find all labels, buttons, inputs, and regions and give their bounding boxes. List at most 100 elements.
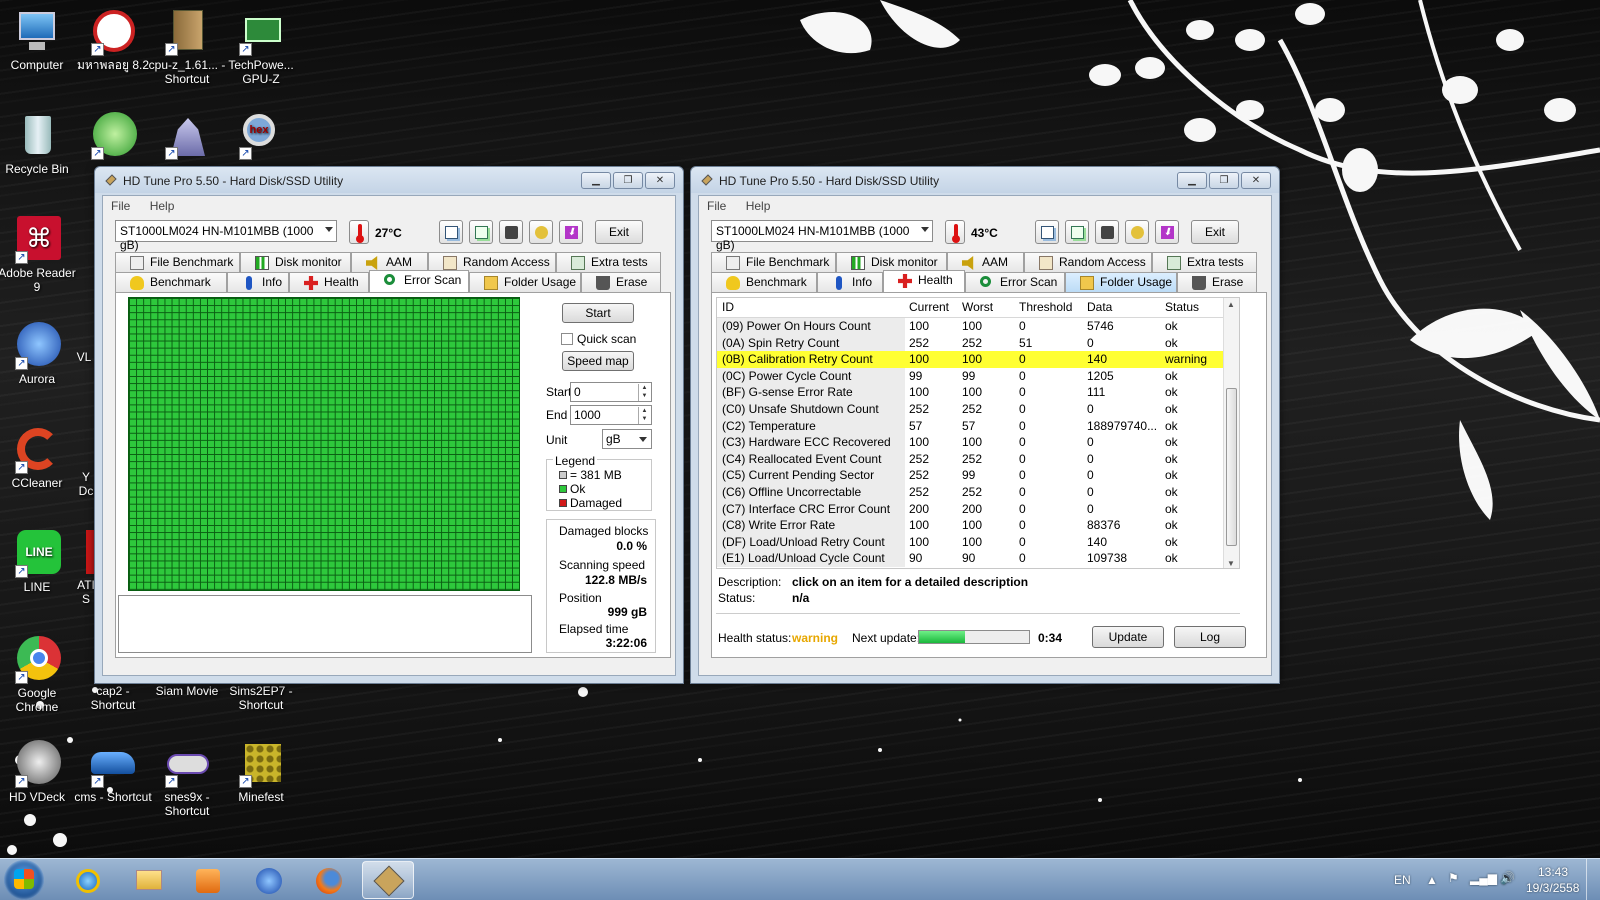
tab-info[interactable]: Info <box>227 272 289 292</box>
spin-icon[interactable]: ▲ ▼ <box>638 407 650 424</box>
table-row[interactable]: (09) Power On Hours Count 100 100 0 5746 ok <box>717 318 1239 335</box>
desktop-icon-mahaplo[interactable]: ↗ มหาพลอยู 8.2 <box>74 8 152 72</box>
menu-help[interactable]: Help <box>150 199 175 213</box>
desktop-icon-siam-movie[interactable]: Siam Movie <box>148 684 226 698</box>
close-button[interactable]: ✕ <box>1241 172 1271 189</box>
table-row[interactable]: (C0) Unsafe Shutdown Count 252 252 0 0 ok <box>717 401 1239 418</box>
desktop-icon-app[interactable]: ↗ <box>74 112 152 162</box>
exit-button[interactable]: Exit <box>1191 220 1239 244</box>
tab-folder-usage[interactable]: Folder Usage <box>1065 272 1177 292</box>
table-row[interactable]: (C4) Reallocated Event Count 252 252 0 0 ok <box>717 450 1239 468</box>
start-button[interactable]: Start <box>562 303 634 323</box>
table-row[interactable]: (C5) Current Pending Sector 252 99 0 0 ok <box>717 467 1239 484</box>
copy-all-button[interactable] <box>469 220 493 244</box>
column-header[interactable]: Worst <box>962 298 1014 316</box>
desktop-icon-sims2ep7[interactable]: Sims2EP7 - Shortcut <box>222 684 300 712</box>
table-row[interactable]: (C3) Hardware ECC Recovered 100 100 0 0 ok <box>717 434 1239 451</box>
scroll-down-icon[interactable]: ▼ <box>1227 559 1235 568</box>
options-button[interactable] <box>1125 220 1149 244</box>
save-button[interactable]: ⬇ <box>1155 220 1179 244</box>
table-row[interactable]: (BF) G-sense Error Rate 100 100 0 111 ok <box>717 384 1239 401</box>
copy-all-button[interactable] <box>1065 220 1089 244</box>
tab-aam[interactable]: AAM <box>947 252 1024 272</box>
column-header[interactable]: ID <box>722 298 906 316</box>
desktop-icon-hex[interactable]: hex ↗ <box>222 112 300 162</box>
tab-error-scan[interactable]: Error Scan <box>369 270 469 292</box>
tab-file-benchmark[interactable]: File Benchmark <box>115 252 240 272</box>
desktop-icon-castle[interactable]: ↗ <box>148 112 226 162</box>
table-row[interactable]: (0C) Power Cycle Count 99 99 0 1205 ok <box>717 367 1239 385</box>
tab-info[interactable]: Info <box>817 272 883 292</box>
hdtune-window-health[interactable]: HD Tune Pro 5.50 - Hard Disk/SSD Utility… <box>690 166 1280 684</box>
restore-button[interactable]: ❐ <box>613 172 643 189</box>
volume-icon[interactable]: 🔊 <box>1500 871 1515 885</box>
table-row[interactable]: (DF) Load/Unload Retry Count 100 100 0 140 ok <box>717 533 1239 551</box>
tab-random-access[interactable]: Random Access <box>428 252 556 272</box>
spin-icon[interactable]: ▲ ▼ <box>638 384 650 401</box>
log-button[interactable]: Log <box>1174 626 1246 648</box>
end-field[interactable]: 1000 ▲ ▼ <box>570 405 652 425</box>
copy-text-button[interactable] <box>1035 220 1059 244</box>
desktop-icon-cms[interactable]: ↗ cms - Shortcut <box>74 740 152 804</box>
desktop-icon-recycle-bin[interactable]: Recycle Bin <box>0 112 76 176</box>
close-button[interactable]: ✕ <box>645 172 675 189</box>
taskbar-media-player[interactable] <box>182 861 234 899</box>
tab-error-scan[interactable]: Error Scan <box>965 272 1065 292</box>
copy-text-button[interactable] <box>439 220 463 244</box>
save-button[interactable]: ⬇ <box>559 220 583 244</box>
title-bar[interactable]: HD Tune Pro 5.50 - Hard Disk/SSD Utility… <box>691 167 1279 193</box>
start-field[interactable]: 0 ▲ ▼ <box>570 382 652 402</box>
exit-button[interactable]: Exit <box>595 220 643 244</box>
table-row[interactable]: (E1) Load/Unload Cycle Count 90 90 0 109738 o… <box>717 550 1239 567</box>
language-indicator[interactable]: EN <box>1394 873 1411 887</box>
tab-folder-usage[interactable]: Folder Usage <box>469 272 581 292</box>
tab-benchmark[interactable]: Benchmark <box>115 272 227 292</box>
minimize-button[interactable]: ▁ <box>581 172 611 189</box>
menu-help[interactable]: Help <box>746 199 771 213</box>
desktop-icon-computer[interactable]: Computer <box>0 8 76 72</box>
table-row[interactable]: (C7) Interface CRC Error Count 200 200 0 0 ok <box>717 500 1239 518</box>
tab-disk-monitor[interactable]: Disk monitor <box>836 252 947 272</box>
taskbar-aurora[interactable] <box>242 861 294 899</box>
tab-aam[interactable]: AAM <box>351 252 428 272</box>
scroll-up-icon[interactable]: ▲ <box>1227 300 1235 309</box>
tab-erase[interactable]: Erase <box>1177 272 1257 292</box>
clock-date[interactable]: 19/3/2558 <box>1526 881 1579 895</box>
title-bar[interactable]: HD Tune Pro 5.50 - Hard Disk/SSD Utility… <box>95 167 683 193</box>
screenshot-button[interactable] <box>1095 220 1119 244</box>
screenshot-button[interactable] <box>499 220 523 244</box>
minimize-button[interactable]: ▁ <box>1177 172 1207 189</box>
show-hidden-icons-icon[interactable]: ▲ <box>1426 873 1438 887</box>
menu-file[interactable]: File <box>111 199 130 213</box>
desktop-icon-adobe-reader[interactable]: ⌘ ↗ Adobe Reader 9 <box>0 216 76 294</box>
desktop-icon-aurora[interactable]: ↗ Aurora <box>0 322 76 386</box>
tab-random-access[interactable]: Random Access <box>1024 252 1152 272</box>
clock-time[interactable]: 13:43 <box>1538 865 1568 879</box>
desktop-icon-hd-vdeck[interactable]: ↗ HD VDeck <box>0 740 76 804</box>
desktop-icon-minefest[interactable]: ↗ Minefest <box>222 740 300 804</box>
hdtune-window-error-scan[interactable]: HD Tune Pro 5.50 - Hard Disk/SSD Utility… <box>94 166 684 684</box>
tab-extra-tests[interactable]: Extra tests <box>556 252 661 272</box>
scan-log-box[interactable] <box>118 595 532 653</box>
quick-scan-checkbox[interactable] <box>561 333 573 345</box>
desktop-icon-gpuz[interactable]: ↗ TechPowe... GPU-Z <box>222 8 300 86</box>
table-row[interactable]: (C6) Offline Uncorrectable 252 252 0 0 ok <box>717 484 1239 501</box>
tab-erase[interactable]: Erase <box>581 272 661 292</box>
taskbar-internet-explorer[interactable] <box>62 861 114 899</box>
network-signal-icon[interactable]: ▂▄▆ <box>1470 871 1497 885</box>
restore-button[interactable]: ❐ <box>1209 172 1239 189</box>
taskbar-firefox[interactable] <box>302 861 354 899</box>
start-button[interactable] <box>4 860 44 900</box>
desktop-icon-line[interactable]: LINE ↗ LINE <box>0 530 76 594</box>
column-header[interactable]: Current <box>909 298 959 316</box>
column-header[interactable]: Data <box>1087 298 1159 316</box>
table-row[interactable]: (C2) Temperature 57 57 0 188979740... ok <box>717 417 1239 435</box>
desktop-icon-snes9x[interactable]: ↗ snes9x - Shortcut <box>148 740 226 818</box>
taskbar-file-explorer[interactable] <box>122 861 174 899</box>
tab-benchmark[interactable]: Benchmark <box>711 272 817 292</box>
desktop-icon-cpuz[interactable]: ↗ cpu-z_1.61... - Shortcut <box>148 8 226 86</box>
desktop-icon-google-chrome[interactable]: ↗ Google Chrome <box>0 636 76 714</box>
drive-select[interactable]: ST1000LM024 HN-M101MBB (1000 gB) <box>115 220 337 252</box>
speed-map-button[interactable]: Speed map <box>562 351 634 371</box>
taskbar-hdtune[interactable] <box>362 861 414 899</box>
